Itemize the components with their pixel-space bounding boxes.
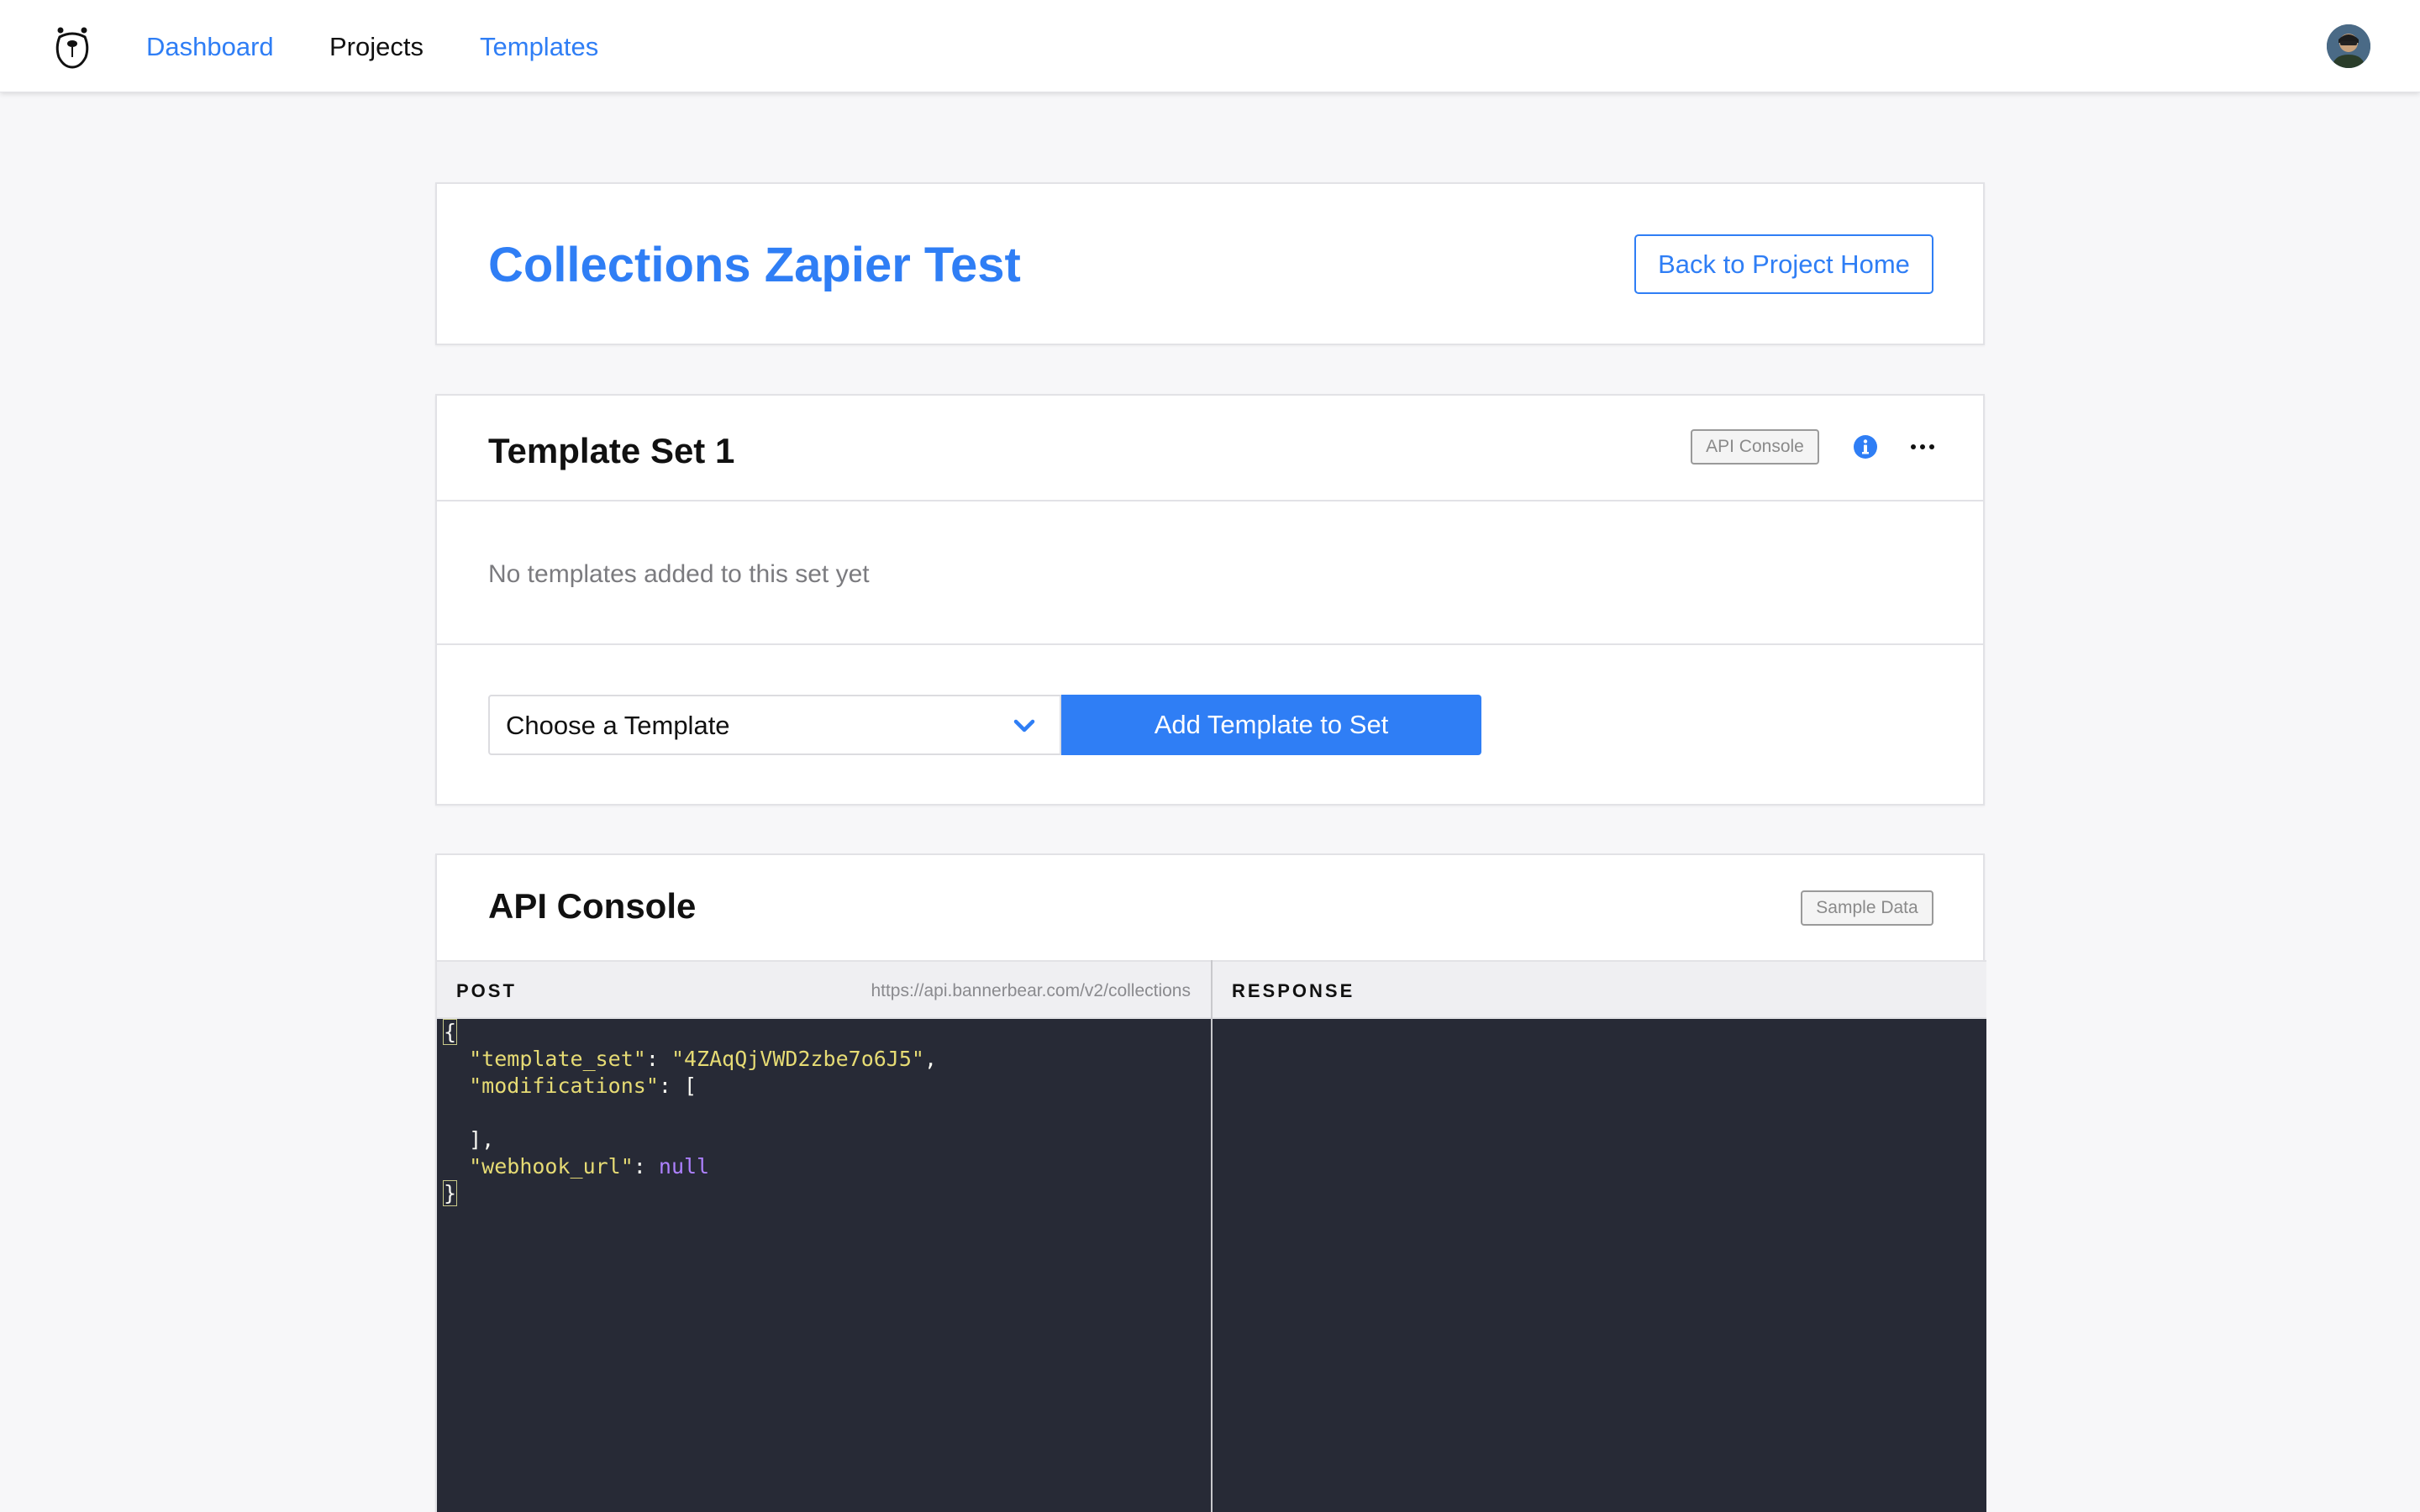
template-select-value: Choose a Template: [506, 711, 730, 740]
divider: [437, 643, 1983, 645]
response-pane-header: RESPONSE: [1213, 960, 1986, 1019]
code-open-brace: {: [442, 1019, 458, 1045]
response-code-view: [1213, 1019, 1986, 1512]
code-key-webhook-url: "webhook_url": [469, 1154, 634, 1179]
nav-templates-link[interactable]: Templates: [480, 30, 598, 64]
request-url: https://api.bannerbear.com/v2/collection…: [871, 981, 1191, 1000]
bear-logo-icon[interactable]: [54, 24, 91, 69]
request-method-label: POST: [456, 980, 517, 1001]
divider: [437, 500, 1983, 501]
top-nav: Dashboard Projects Templates: [0, 0, 2420, 92]
response-label: RESPONSE: [1232, 980, 1355, 1001]
add-template-to-set-button[interactable]: Add Template to Set: [1061, 695, 1481, 755]
code-value-webhook-url: null: [658, 1154, 710, 1179]
api-console-panes: POST https://api.bannerbear.com/v2/colle…: [437, 960, 1986, 1512]
api-console-button[interactable]: API Console: [1691, 429, 1819, 465]
more-options-icon[interactable]: [1910, 443, 1935, 451]
avatar-image-icon: [2327, 24, 2370, 68]
empty-set-message: No templates added to this set yet: [488, 560, 870, 588]
nav-projects-link[interactable]: Projects: [329, 30, 424, 64]
code-close-bracket: ],: [469, 1127, 495, 1152]
api-console-title: API Console: [488, 886, 697, 926]
nav-dashboard-link[interactable]: Dashboard: [146, 30, 274, 64]
template-set-title: Template Set 1: [488, 431, 735, 470]
code-close-brace: }: [442, 1180, 458, 1206]
user-avatar[interactable]: [2327, 24, 2370, 68]
code-key-modifications: "modifications": [469, 1074, 659, 1098]
project-header-card: Collections Zapier Test Back to Project …: [435, 182, 1985, 345]
request-pane-header: POST https://api.bannerbear.com/v2/colle…: [437, 960, 1211, 1019]
info-icon[interactable]: [1853, 434, 1878, 459]
api-console-card: API Console Sample Data POST https://api…: [435, 853, 1986, 1512]
template-set-card: Template Set 1 API Console No templates …: [435, 394, 1985, 806]
sample-data-button[interactable]: Sample Data: [1801, 890, 1933, 926]
template-select[interactable]: Choose a Template: [488, 695, 1061, 755]
back-to-project-home-button[interactable]: Back to Project Home: [1634, 234, 1933, 294]
code-value-template-set: "4ZAqQjVWD2zbe7o6J5": [671, 1047, 924, 1071]
code-key-template-set: "template_set": [469, 1047, 646, 1071]
page-title: Collections Zapier Test: [488, 238, 1021, 292]
request-code-editor[interactable]: { "template_set": "4ZAqQjVWD2zbe7o6J5", …: [437, 1019, 1211, 1512]
chevron-down-icon: [1013, 719, 1035, 732]
code-open-bracket: [: [684, 1074, 697, 1098]
